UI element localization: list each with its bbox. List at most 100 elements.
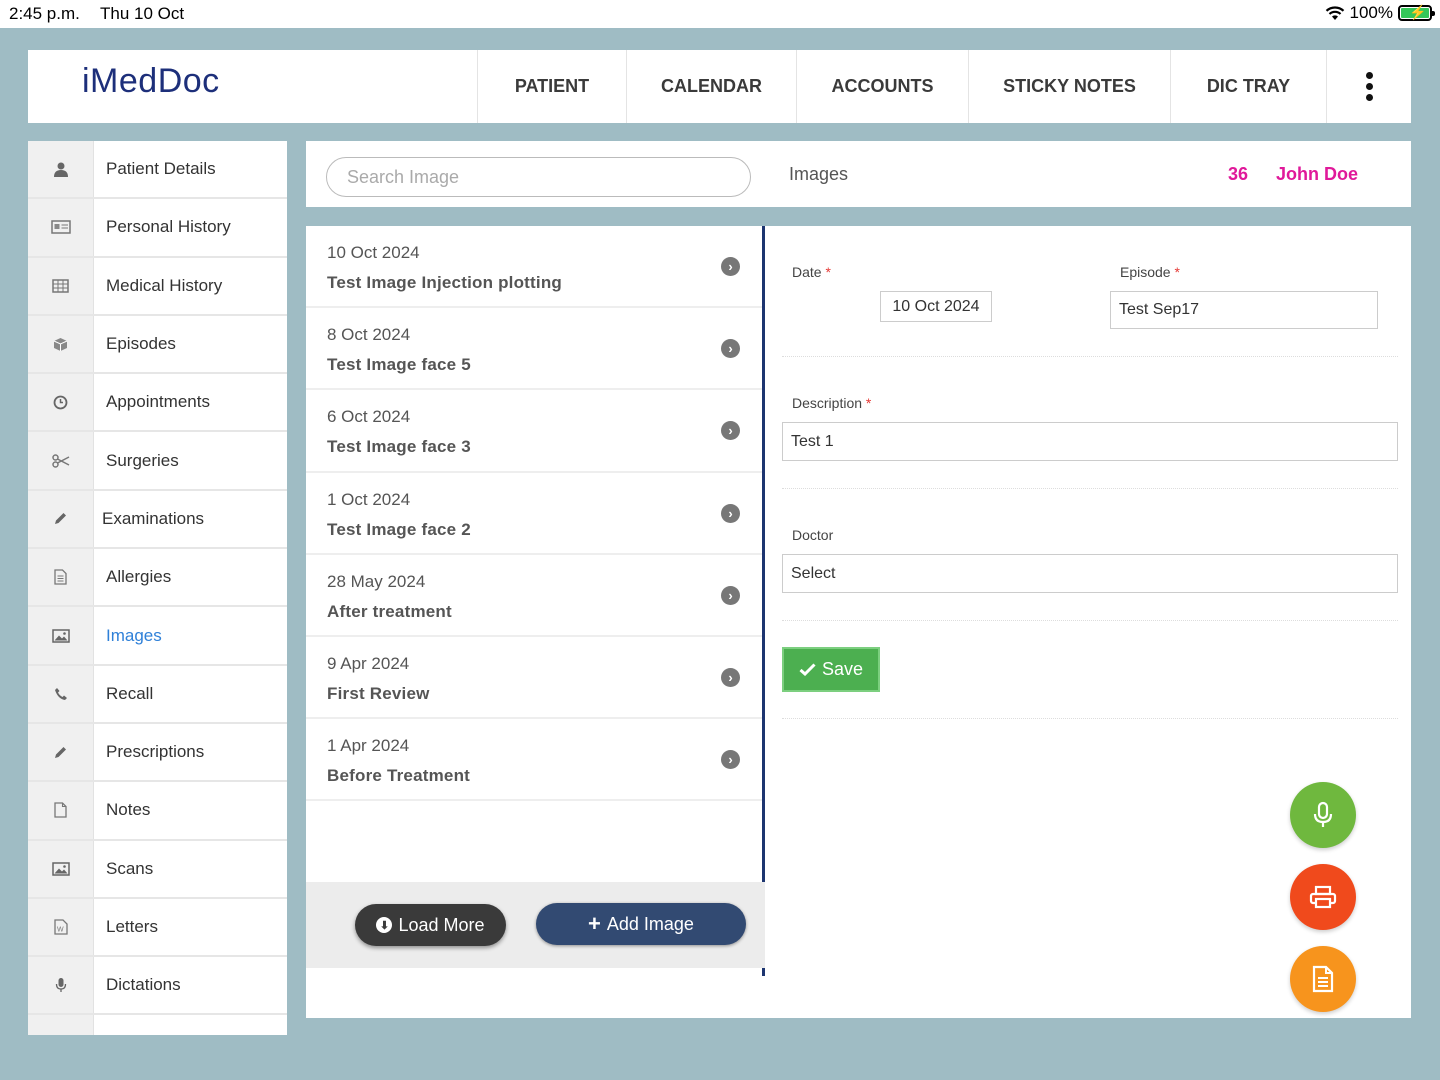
add-image-button[interactable]: + Add Image [536, 903, 746, 945]
sidebar-item-label: Appointments [106, 392, 210, 412]
search-bar-panel: Images 36 John Doe [306, 141, 1411, 207]
list-item-date: 8 Oct 2024 [327, 325, 411, 345]
list-item[interactable]: 1 Oct 2024 Test Image face 2 › [306, 473, 762, 555]
file-icon [28, 782, 94, 839]
list-item[interactable]: 8 Oct 2024 Test Image face 5 › [306, 308, 762, 391]
sidebar-item-recall[interactable]: Recall [28, 665, 287, 724]
sidebar-item-surgeries[interactable]: Surgeries [28, 432, 287, 491]
list-item-title: Test Image face 5 [327, 355, 471, 375]
sidebar-item-prescriptions[interactable]: Prescriptions [28, 723, 287, 783]
list-item-title: Test Image face 2 [327, 519, 471, 539]
sidebar-item-scans[interactable]: Scans [28, 840, 287, 899]
sidebar-item-patient-details[interactable]: Patient Details [28, 141, 287, 200]
doctor-label: Doctor [792, 527, 834, 543]
print-fab[interactable] [1290, 864, 1356, 930]
nav-accounts[interactable]: ACCOUNTS [796, 50, 968, 123]
image-icon [28, 840, 94, 897]
nav-patient[interactable]: PATIENT [477, 50, 626, 123]
chevron-right-icon[interactable]: › [721, 750, 740, 770]
sidebar-item-label: Dictations [106, 975, 181, 995]
main-panel: 10 Oct 2024 Test Image Injection plottin… [306, 226, 1411, 1018]
list-item-title: Test Image Injection plotting [327, 273, 562, 292]
check-icon [799, 663, 816, 676]
id-card-icon [28, 199, 94, 256]
episode-select[interactable]: Test Sep17 [1110, 291, 1378, 329]
app-logo[interactable]: iMedDoc [82, 62, 220, 101]
sidebar-item-label: Examinations [102, 508, 205, 528]
nav-sticky-notes[interactable]: STICKY NOTES [968, 50, 1170, 123]
patient-id: 36 [1228, 164, 1249, 184]
sidebar-item-notes[interactable]: Notes [28, 782, 287, 841]
list-item-date: 1 Oct 2024 [327, 489, 411, 509]
list-item-title: Test Image face 3 [327, 437, 471, 457]
image-icon [28, 607, 94, 664]
wifi-icon [1325, 5, 1344, 20]
patient-name: John Doe [1276, 164, 1359, 184]
status-date: Thu 10 Oct [100, 4, 185, 23]
load-more-label: Load More [398, 914, 485, 935]
page-title: Images [789, 164, 849, 184]
more-menu-button[interactable] [1326, 50, 1411, 123]
sidebar-item-allergies[interactable]: Allergies [28, 549, 287, 608]
svg-text:W: W [57, 927, 64, 934]
sidebar-item-label: Images [106, 625, 162, 645]
list-item-title: First Review [327, 683, 430, 703]
chevron-right-icon[interactable]: › [721, 257, 740, 276]
list-item-date: 10 Oct 2024 [327, 243, 420, 262]
sidebar-item-label: Episodes [106, 334, 176, 354]
list-item[interactable]: 6 Oct 2024 Test Image face 3 › [306, 390, 762, 473]
date-field[interactable]: 10 Oct 2024 [880, 291, 992, 322]
sidebar-item-letters[interactable]: W Letters [28, 898, 287, 958]
download-circle-icon: ⬇ [376, 917, 393, 933]
scissors-icon [28, 432, 94, 489]
sidebar-item-label: Scans [106, 858, 154, 878]
list-item-title: After treatment [327, 601, 452, 621]
list-item[interactable]: 10 Oct 2024 Test Image Injection plottin… [306, 226, 762, 309]
list-item[interactable]: 9 Apr 2024 First Review › [306, 637, 762, 720]
nav-calendar[interactable]: CALENDAR [626, 50, 796, 123]
microphone-icon [1313, 801, 1333, 827]
episode-label: Episode * [1120, 264, 1180, 280]
sidebar-item-examinations[interactable]: Examinations [28, 490, 287, 550]
add-image-label: Add Image [606, 913, 694, 934]
main-nav: PATIENT CALENDAR ACCOUNTS STICKY NOTES D… [477, 50, 1326, 123]
save-button[interactable]: Save [782, 647, 880, 692]
sidebar-item-appointments[interactable]: Appointments [28, 374, 287, 433]
sidebar-item-episodes[interactable]: Episodes [28, 315, 287, 375]
doctor-select[interactable]: Select [782, 554, 1398, 593]
sidebar-item-label: Allergies [106, 567, 172, 587]
sidebar-item-label: Personal History [106, 217, 231, 237]
list-item-date: 28 May 2024 [327, 571, 426, 591]
phone-icon [28, 665, 94, 722]
sidebar-item-images[interactable]: Images [28, 607, 287, 666]
sidebar-item-label: Medical History [106, 275, 223, 295]
sidebar-item-label: Recall [106, 683, 154, 703]
list-item[interactable]: 28 May 2024 After treatment › [306, 555, 762, 637]
chevron-right-icon[interactable]: › [721, 667, 740, 687]
load-more-button[interactable]: ⬇ Load More [355, 904, 506, 946]
chevron-right-icon[interactable]: › [721, 585, 740, 605]
sidebar-item-label: Prescriptions [106, 742, 205, 762]
document-fab[interactable] [1290, 946, 1356, 1012]
sidebar-item-medical-history[interactable]: Medical History [28, 257, 287, 316]
save-label: Save [821, 659, 864, 679]
date-label: Date * [792, 264, 831, 280]
nav-dic-tray[interactable]: DIC TRAY [1170, 50, 1326, 123]
sidebar-item-dictations[interactable]: Dictations [28, 957, 287, 1016]
dictate-fab[interactable] [1290, 782, 1356, 848]
description-field[interactable]: Test 1 [782, 422, 1398, 461]
document-icon [28, 549, 94, 606]
sidebar-item-personal-history[interactable]: Personal History [28, 199, 287, 258]
microphone-icon [28, 957, 94, 1014]
cube-icon [28, 315, 94, 373]
image-list: 10 Oct 2024 Test Image Injection plottin… [306, 226, 765, 976]
status-time: 2:45 p.m. [9, 4, 80, 23]
pencil-icon [28, 723, 94, 781]
clock-icon [28, 374, 94, 431]
list-item[interactable]: 1 Apr 2024 Before Treatment › [306, 719, 762, 802]
list-item-date: 9 Apr 2024 [327, 653, 410, 673]
chevron-right-icon[interactable]: › [721, 503, 740, 523]
word-file-icon: W [28, 898, 94, 956]
sidebar-item-label: Patient Details [106, 159, 216, 179]
search-input[interactable] [326, 157, 751, 197]
